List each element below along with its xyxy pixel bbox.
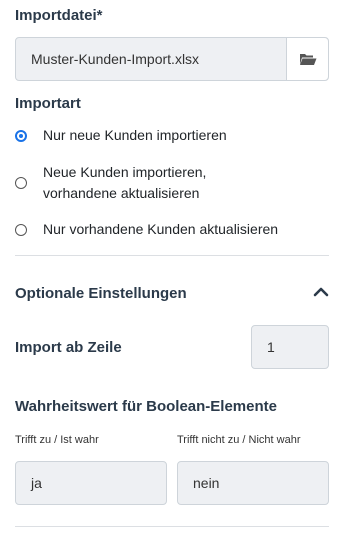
optional-settings-title: Optionale Einstellungen bbox=[15, 285, 187, 302]
boolean-values-title: Wahrheitswert für Boolean-Elemente bbox=[15, 398, 277, 415]
radio-label-update-only: Nur vorhandene Kunden aktualisieren bbox=[43, 221, 279, 237]
folder-open-icon bbox=[299, 54, 316, 65]
false-value-label: Trifft nicht zu / Nicht wahr bbox=[177, 434, 301, 446]
radio-label-new-only: Nur neue Kunden importieren bbox=[43, 127, 227, 143]
radio-option-new-and-update[interactable]: Neue Kunden importieren, vorhandene aktu… bbox=[15, 162, 206, 204]
false-value-input[interactable]: nein bbox=[177, 461, 329, 505]
true-value-input[interactable]: ja bbox=[15, 461, 167, 505]
import-file-field[interactable]: Muster-Kunden-Import.xlsx bbox=[15, 37, 329, 81]
radio-button-update-only[interactable] bbox=[15, 224, 27, 236]
radio-button-new-and-update[interactable] bbox=[15, 177, 27, 189]
radio-option-update-only[interactable]: Nur vorhandene Kunden aktualisieren bbox=[15, 219, 278, 240]
bottom-divider bbox=[15, 526, 329, 527]
browse-file-button[interactable] bbox=[286, 38, 328, 80]
import-file-label: Importdatei* bbox=[15, 7, 103, 24]
divider bbox=[15, 255, 329, 256]
import-from-row-label: Import ab Zeile bbox=[15, 339, 122, 356]
radio-label-line1: Neue Kunden importieren, bbox=[43, 164, 207, 180]
radio-label-new-and-update: Neue Kunden importieren, vorhandene aktu… bbox=[43, 162, 206, 204]
radio-option-new-only[interactable]: Nur neue Kunden importieren bbox=[15, 125, 227, 146]
import-file-name: Muster-Kunden-Import.xlsx bbox=[31, 51, 200, 67]
radio-label-line2: vorhandene aktualisieren bbox=[43, 185, 200, 201]
import-from-row-input[interactable]: 1 bbox=[251, 325, 329, 369]
import-type-label: Importart bbox=[15, 95, 81, 112]
collapse-optional-settings-button[interactable] bbox=[313, 284, 329, 302]
chevron-up-icon bbox=[313, 287, 329, 297]
radio-button-new-only[interactable] bbox=[15, 130, 27, 142]
true-value-label: Trifft zu / Ist wahr bbox=[15, 434, 99, 446]
